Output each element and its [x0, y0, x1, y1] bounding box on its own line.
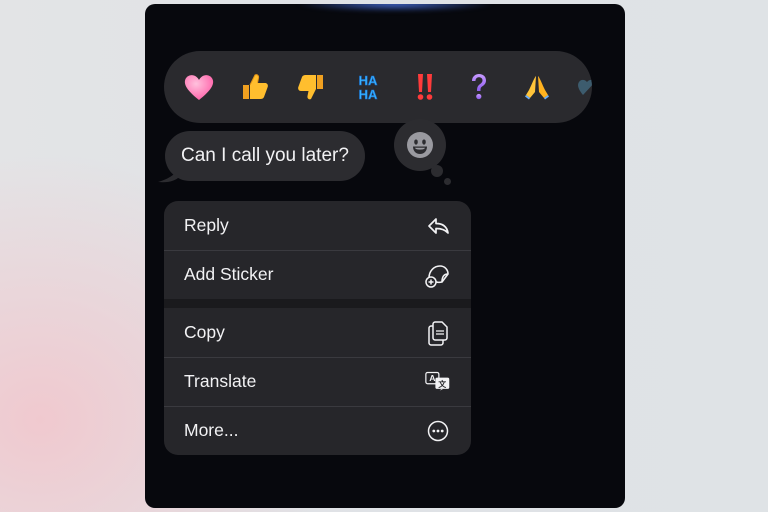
reply-arrow-icon [425, 213, 451, 239]
top-glow [295, 4, 495, 12]
double-exclamation-reaction-icon[interactable] [407, 69, 443, 105]
svg-text:文: 文 [438, 378, 446, 388]
context-menu: Reply Add Sticker Copy Translate A 文 Mor… [164, 201, 471, 455]
sticker-button[interactable] [394, 119, 446, 171]
add-sticker-icon [425, 262, 451, 288]
message-bubble: Can I call you later? [165, 131, 365, 181]
menu-item-add-sticker[interactable]: Add Sticker [164, 250, 471, 299]
svg-text:A: A [429, 373, 436, 383]
menu-item-label: Add Sticker [184, 264, 274, 284]
thumbs-down-reaction-icon[interactable] [293, 69, 329, 105]
menu-item-translate[interactable]: Translate A 文 [164, 357, 471, 406]
menu-item-label: Translate [184, 371, 257, 391]
sticker-bubble-dot [431, 165, 443, 177]
menu-item-reply[interactable]: Reply [164, 201, 471, 250]
menu-item-copy[interactable]: Copy [164, 308, 471, 357]
message-context-screen: HA HA Can I call you later? Reply Add St… [145, 4, 625, 508]
svg-text:HA: HA [359, 87, 378, 102]
thumbs-up-reaction-icon[interactable] [237, 69, 273, 105]
menu-item-label: More... [184, 420, 239, 440]
translate-icon: A 文 [425, 369, 451, 395]
message-text: Can I call you later? [181, 145, 349, 166]
menu-item-label: Reply [184, 215, 229, 235]
menu-item-label: Copy [184, 322, 225, 342]
folded-hands-reaction-icon[interactable] [519, 69, 555, 105]
copy-icon [425, 320, 451, 346]
tapback-reaction-bar: HA HA [164, 51, 592, 123]
haha-reaction-icon[interactable]: HA HA [350, 69, 386, 105]
svg-text:HA: HA [359, 73, 378, 88]
question-reaction-icon[interactable] [461, 69, 497, 105]
menu-item-more[interactable]: More... [164, 406, 471, 455]
menu-group-separator [164, 299, 471, 308]
smiley-sticker-icon [407, 132, 433, 158]
heart-reaction-icon[interactable] [181, 69, 217, 105]
sticker-bubble-dot [444, 178, 451, 185]
more-ellipsis-icon [425, 418, 451, 444]
more-reactions-icon[interactable] [569, 69, 592, 105]
